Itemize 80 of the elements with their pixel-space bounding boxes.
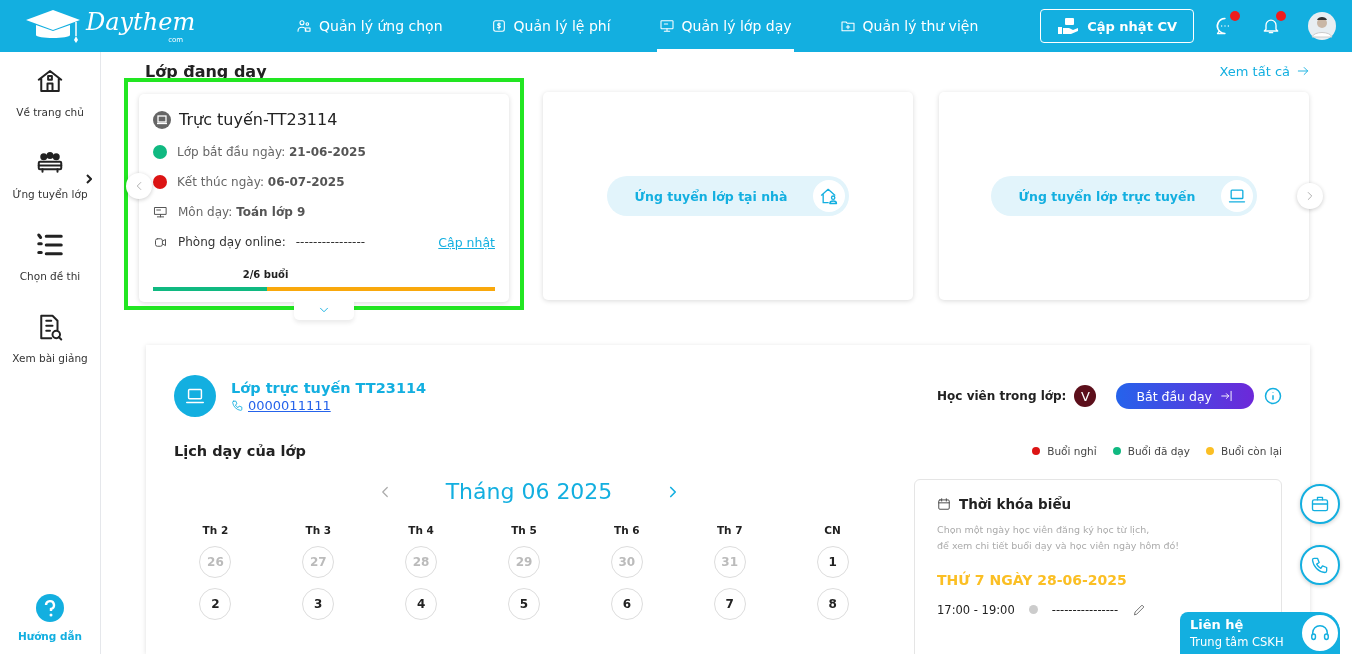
see-all-link[interactable]: Xem tất cả [1219, 63, 1310, 79]
avatar[interactable] [1308, 12, 1336, 40]
update-link[interactable]: Cập nhật [438, 234, 495, 250]
folder-icon [839, 18, 856, 34]
update-cv-button[interactable]: Cập nhật CV [1040, 9, 1194, 43]
weekday-label: CN [824, 524, 841, 536]
room-label: Phòng dạy online: [178, 235, 286, 249]
info-text: Kết thúc ngày: 06-07-2025 [177, 175, 345, 189]
presentation-icon [658, 18, 675, 34]
contact-widget[interactable]: Liên hệ Trung tâm CSKH [1180, 612, 1340, 654]
calendar-day[interactable]: 5 [508, 588, 540, 620]
weekday-label: Th 4 [408, 524, 434, 536]
house-person-icon [819, 186, 840, 206]
briefcase-icon [1310, 494, 1330, 514]
calendar-day[interactable]: 2 [199, 588, 232, 620]
hand-briefcase-icon [1057, 17, 1080, 35]
calendar-day[interactable]: 7 [713, 588, 746, 620]
progress-text: 2/6 buổi [241, 269, 290, 280]
laptop-badge-icon [153, 110, 171, 129]
logo-text: Daythem [86, 8, 196, 36]
start-teaching-button[interactable]: Bắt đầu dạy [1116, 383, 1254, 409]
calendar-day[interactable]: 3 [302, 588, 335, 620]
briefcase-button[interactable] [1300, 484, 1340, 524]
info-text: Môn dạy: Toán lớp 9 [178, 205, 306, 219]
selected-date: THỨ 7 NGÀY 28-06-2025 [937, 572, 1128, 588]
timetable-title: Thời khóa biểu [959, 496, 1072, 512]
legend-label: Buổi còn lại [1221, 445, 1282, 457]
calendar-day[interactable]: 6 [610, 588, 643, 620]
phone-icon [1310, 555, 1330, 575]
phone-icon [231, 398, 244, 412]
apply-button[interactable]: Ứng tuyển lớp trực tuyến [990, 176, 1258, 216]
calendar-day[interactable]: 28 [405, 546, 438, 578]
help-icon [36, 594, 64, 622]
calendar-day[interactable]: 1 [816, 546, 849, 578]
dollar-icon [490, 18, 507, 34]
nav-tab[interactable]: Quản lý lớp dạy [656, 0, 794, 52]
monitor-icon [153, 204, 168, 220]
calendar-day[interactable]: 31 [713, 546, 746, 578]
weekday-label: Th 6 [614, 524, 640, 536]
arrow-right-icon [1296, 64, 1310, 78]
weekday-label: Th 3 [305, 524, 332, 536]
apply-button[interactable]: Ứng tuyển lớp tại nhà [606, 176, 850, 216]
sidebar-item[interactable]: Về trang chủ [0, 66, 100, 148]
sidebar-item[interactable]: Ứng tuyển lớp [0, 148, 100, 230]
phone-link[interactable]: 0000011111 [248, 397, 331, 413]
help-link[interactable]: Hướng dẫn [17, 594, 83, 642]
info-icon[interactable] [1264, 387, 1282, 405]
calendar-day[interactable]: 30 [610, 546, 643, 578]
calendar-day[interactable]: 4 [405, 588, 438, 620]
people-icon [296, 18, 312, 34]
session-time: 17:00 - 19:00 [937, 602, 1015, 617]
calendar-day[interactable]: 26 [199, 546, 232, 578]
calendar-day[interactable]: 27 [302, 546, 335, 578]
session-room: ---------------- [1051, 602, 1119, 617]
sidebar-item[interactable]: Chọn đề thi [0, 230, 100, 312]
nav-tab[interactable]: Quản lý lệ phí [488, 0, 613, 52]
student-avatar[interactable]: V [1074, 385, 1097, 407]
status-dot [1028, 605, 1038, 614]
previous-button[interactable] [126, 173, 152, 199]
weekday-label: Th 5 [511, 524, 537, 536]
class-title: Trực tuyến-TT23114 [179, 110, 338, 129]
weekday-label: Th 7 [716, 524, 743, 536]
nav-tab[interactable]: Quản lý thư viện [837, 0, 981, 52]
timetable-hint: Chọn một ngày học viên đăng ký học từ lịch, để xem chi tiết buổi dạy và học viên ngày hôm đó! [937, 523, 1181, 553]
students-label: Học viên trong lớp: [937, 389, 1067, 403]
nav-tab[interactable]: Quản lý ứng chọn [294, 0, 445, 52]
legend-label: Buổi nghỉ [1047, 445, 1097, 457]
weekday-label: Th 2 [202, 524, 229, 536]
calendar-day[interactable]: 8 [816, 588, 849, 620]
info-text: Lớp bắt đầu ngày: 21-06-2025 [177, 145, 366, 159]
month-title: Tháng 06 2025 [445, 479, 613, 504]
room-value: ---------------- [295, 235, 366, 249]
enter-icon [1220, 389, 1234, 403]
calendar-day[interactable]: 29 [508, 546, 540, 578]
legend-label: Buổi đã dạy [1127, 445, 1190, 457]
schedule-title: Lịch dạy của lớp [174, 443, 306, 459]
call-button[interactable] [1300, 545, 1340, 585]
sidebar-item[interactable]: Xem bài giảng [0, 312, 100, 394]
class-name: Lớp trực tuyến TT23114 [231, 379, 427, 396]
calendar-icon [937, 497, 951, 511]
